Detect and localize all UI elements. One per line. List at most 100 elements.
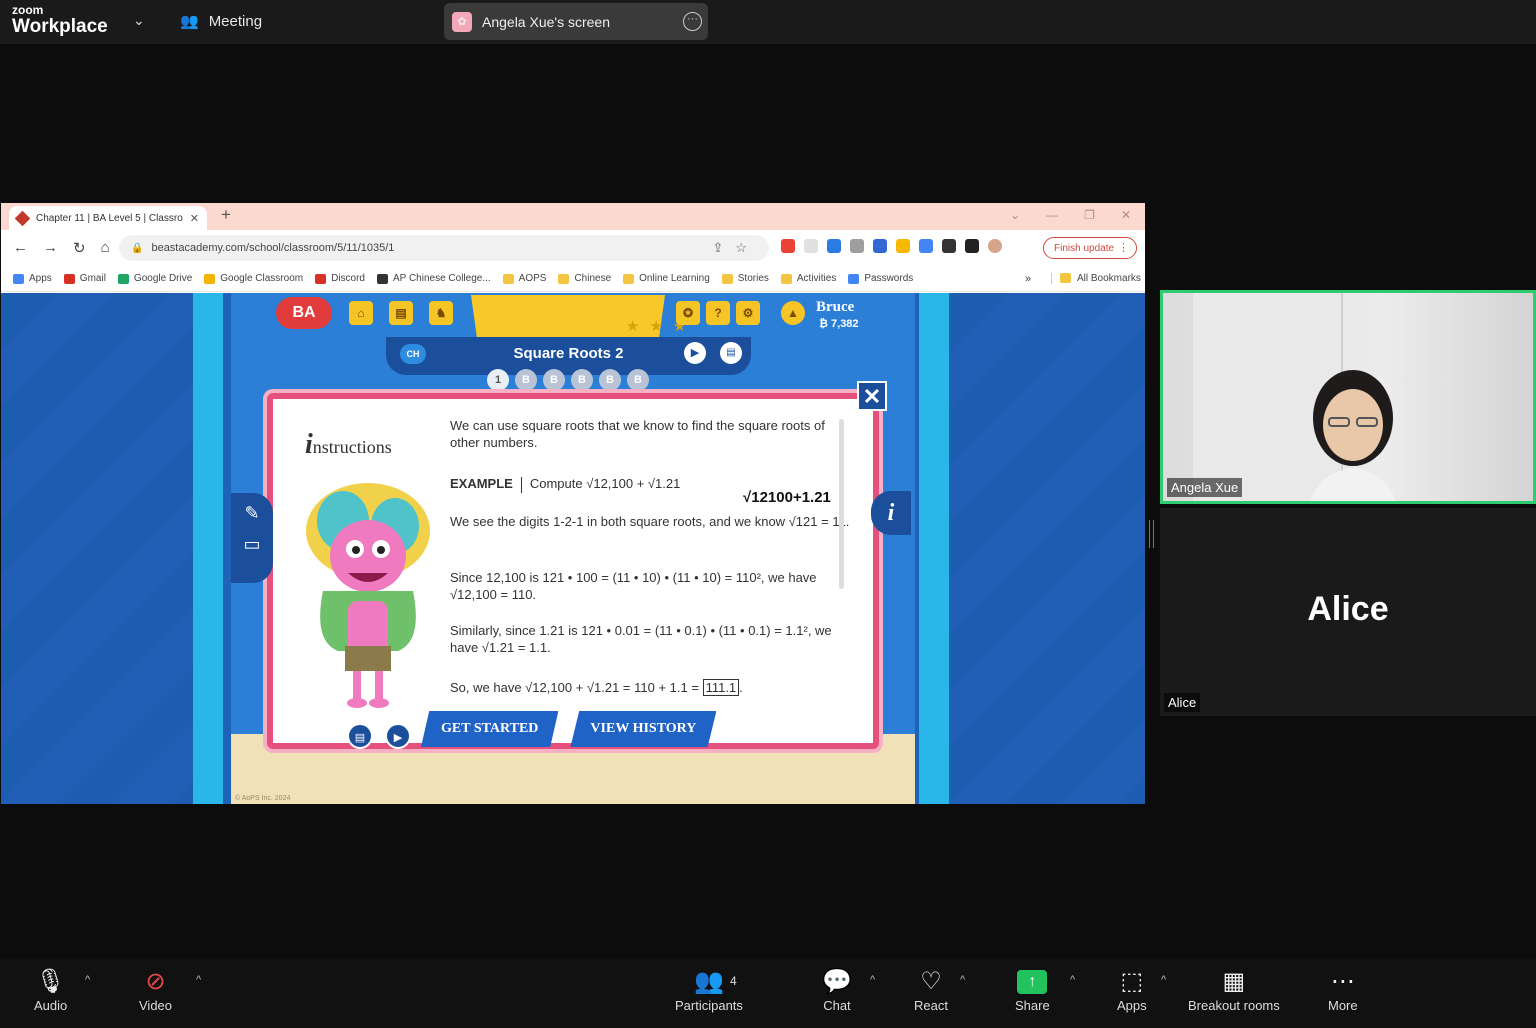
chevron-up-icon[interactable]: ^	[1161, 974, 1166, 986]
bookmark-item[interactable]: AP Chinese College...	[377, 273, 491, 284]
level-dots: 1BBBBB	[487, 369, 649, 391]
more-options-icon[interactable]: ···	[683, 12, 702, 31]
scrollbar[interactable]	[839, 419, 844, 589]
kebab-menu-icon[interactable]: ⋮	[1118, 241, 1129, 254]
help-icon[interactable]: ?	[706, 301, 730, 325]
heart-icon: ♡	[920, 968, 942, 995]
book-icon[interactable]: ▤	[347, 723, 373, 749]
close-icon[interactable]: ✕	[857, 381, 887, 411]
all-bookmarks[interactable]: All Bookmarks	[1051, 273, 1141, 284]
bookmark-item[interactable]: Passwords	[848, 273, 913, 284]
lock-icon[interactable]: 🔒	[131, 243, 143, 254]
extension-icon[interactable]	[827, 239, 841, 253]
level-dot[interactable]: B	[599, 369, 621, 391]
tab-search-icon[interactable]: ⌄	[1010, 208, 1020, 222]
resize-handle[interactable]	[1149, 520, 1154, 548]
bookmark-item[interactable]: AOPS	[502, 273, 546, 284]
beast-icon[interactable]: ♞	[429, 301, 453, 325]
play-icon[interactable]: ▶	[385, 723, 411, 749]
gmail-extension-icon[interactable]	[781, 239, 795, 253]
player-avatar[interactable]: ▲	[781, 301, 805, 325]
back-icon[interactable]: ←	[13, 239, 28, 257]
breakout-rooms-button[interactable]: ▦ Breakout rooms	[1188, 966, 1280, 1013]
play-icon[interactable]: ▶	[684, 342, 706, 364]
get-started-button[interactable]: GET STARTED	[421, 711, 559, 747]
puzzle-icon[interactable]	[942, 239, 956, 253]
bookmarks-overflow-icon[interactable]: »	[1025, 273, 1031, 285]
level-dot[interactable]: 1	[487, 369, 509, 391]
finish-update-button[interactable]: Finish update ⋮	[1043, 237, 1137, 259]
meeting-menu[interactable]: 👥 Meeting	[180, 12, 262, 31]
ba-logo[interactable]: BA	[276, 297, 332, 329]
translate-extension-icon[interactable]	[919, 239, 933, 253]
eraser-icon[interactable]: ▭	[231, 534, 273, 555]
new-tab-icon[interactable]: +	[221, 205, 231, 225]
share-button[interactable]: ↑ Share	[1015, 966, 1050, 1013]
player-name[interactable]: Bruce	[816, 299, 854, 316]
home-icon[interactable]: ⌂	[349, 301, 373, 325]
bookmarks-bar: Apps Gmail Google Drive Google Classroom Dis…	[1, 266, 1145, 292]
book-icon[interactable]: ▤	[389, 301, 413, 325]
bookmark-item[interactable]: Discord	[315, 273, 365, 284]
drawing-tools: ✎ ▭	[231, 493, 273, 583]
minimize-icon[interactable]: —	[1046, 208, 1058, 222]
side-panel-icon[interactable]	[965, 239, 979, 253]
browser-tab[interactable]: Chapter 11 | BA Level 5 | Classro ✕	[9, 206, 207, 230]
more-button[interactable]: ⋯ More	[1328, 966, 1358, 1013]
bookmark-icon	[558, 273, 570, 284]
bookmark-item[interactable]: Activities	[780, 273, 836, 284]
chevron-up-icon[interactable]: ^	[85, 974, 90, 986]
bookmark-item[interactable]: Google Classroom	[204, 273, 303, 284]
video-button[interactable]: ⊘ Video	[139, 966, 172, 1013]
gear-icon[interactable]: ⚙	[736, 301, 760, 325]
forward-icon[interactable]: →	[43, 239, 58, 257]
logo-small-text: zoom	[12, 3, 44, 17]
restore-icon[interactable]: ❐	[1084, 208, 1095, 222]
close-window-icon[interactable]: ✕	[1121, 208, 1131, 222]
zoom-logo[interactable]: zoom Workplace	[12, 4, 108, 36]
profile-avatar[interactable]	[988, 239, 1002, 253]
bookmark-item[interactable]: Apps	[13, 273, 52, 284]
bookmark-icon	[848, 273, 860, 284]
chevron-down-icon[interactable]: ⌄	[133, 12, 145, 29]
chevron-up-icon[interactable]: ^	[870, 974, 875, 986]
chevron-up-icon[interactable]: ^	[1070, 974, 1075, 986]
chevron-up-icon[interactable]: ^	[960, 974, 965, 986]
reload-icon[interactable]: ↻	[73, 239, 86, 257]
book-icon[interactable]: ▤	[720, 342, 742, 364]
extension-icon[interactable]	[896, 239, 910, 253]
extension-icon[interactable]	[850, 239, 864, 253]
bookmark-item[interactable]: Google Drive	[117, 273, 192, 284]
level-dot[interactable]: B	[571, 369, 593, 391]
extension-icon[interactable]	[873, 239, 887, 253]
share-star-icons[interactable]: ⇪☆	[712, 240, 759, 256]
close-tab-icon[interactable]: ✕	[190, 212, 199, 225]
level-dot[interactable]: B	[515, 369, 537, 391]
level-dot[interactable]: B	[627, 369, 649, 391]
chevron-up-icon[interactable]: ^	[196, 974, 201, 986]
extension-icon[interactable]	[804, 239, 818, 253]
view-history-button[interactable]: VIEW HISTORY	[570, 711, 717, 747]
video-tile-alice[interactable]: Alice Alice	[1160, 508, 1536, 716]
bookmark-item[interactable]: Online Learning	[623, 273, 710, 284]
bookmark-icon	[204, 273, 216, 284]
info-icon[interactable]: i	[871, 491, 911, 535]
level-dot[interactable]: B	[543, 369, 565, 391]
pencil-icon[interactable]: ✎	[231, 503, 273, 524]
shared-screen-indicator[interactable]: ✿ Angela Xue's screen ···	[444, 3, 708, 40]
trophy-icon[interactable]: ✪	[676, 301, 700, 325]
participants-count: 4	[730, 974, 737, 988]
beast-academy-page: BA ⌂ ▤ ♞ ★★★ ✪ ? ⚙ ▲ Bruce ₿ 7,382 CH Sq…	[1, 293, 1145, 804]
bookmark-item[interactable]: Stories	[721, 273, 769, 284]
logo-big-text: Workplace	[12, 16, 108, 37]
audio-button[interactable]: 🎙 Audio	[34, 966, 67, 1013]
chat-button[interactable]: 💬 Chat	[822, 966, 852, 1013]
react-button[interactable]: ♡ React	[914, 966, 948, 1013]
address-bar[interactable]: 🔒 beastacademy.com/school/classroom/5/11…	[119, 235, 769, 261]
apps-button[interactable]: ⬚ Apps	[1117, 966, 1147, 1013]
home-icon[interactable]: ⌂	[101, 239, 110, 257]
bookmark-item[interactable]: Gmail	[63, 273, 106, 284]
folder-icon	[1060, 273, 1071, 283]
bookmark-item[interactable]: Chinese	[558, 273, 611, 284]
video-tile-angela[interactable]: Angela Xue	[1160, 290, 1536, 504]
